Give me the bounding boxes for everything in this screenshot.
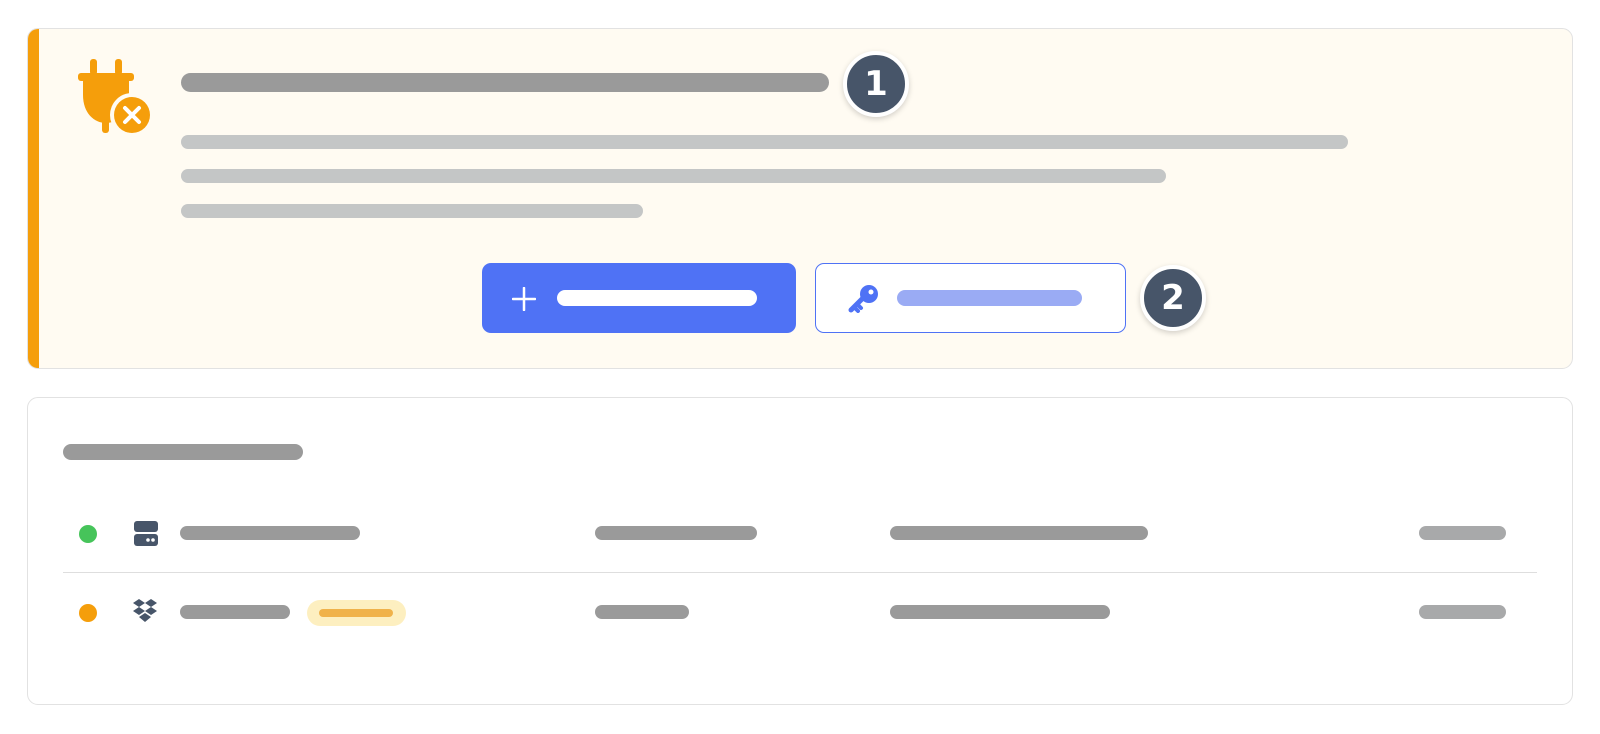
server-icon <box>134 521 158 546</box>
plug-disconnected-icon <box>78 59 154 137</box>
warning-tag-label <box>319 609 393 617</box>
add-connection-button[interactable] <box>482 263 796 333</box>
connection-detail <box>890 526 1148 540</box>
alert-description-line <box>181 204 643 218</box>
connections-list-card <box>27 397 1573 705</box>
row-divider <box>63 572 1537 573</box>
alert-accent-stripe <box>28 29 39 368</box>
warning-tag <box>307 600 406 626</box>
add-connection-button-label <box>557 290 757 306</box>
update-credentials-button-label <box>897 290 1082 306</box>
connection-meta <box>1419 605 1506 619</box>
connection-meta <box>1419 526 1506 540</box>
status-dot-connected <box>79 525 97 543</box>
callout-badge: 2 <box>1140 265 1206 331</box>
alert-description-line <box>181 135 1348 149</box>
update-credentials-button[interactable] <box>815 263 1126 333</box>
connection-type <box>595 605 689 619</box>
integration-alert-card <box>27 28 1573 369</box>
alert-description-line <box>181 169 1166 183</box>
plus-icon <box>512 287 536 311</box>
alert-title <box>181 73 829 92</box>
connection-name <box>180 605 290 619</box>
connection-detail <box>890 605 1110 619</box>
key-icon <box>848 285 878 313</box>
callout-badge: 1 <box>843 51 909 117</box>
dropbox-icon <box>133 599 157 622</box>
status-dot-warning <box>79 604 97 622</box>
connection-type <box>595 526 757 540</box>
list-title <box>63 444 303 460</box>
connection-name <box>180 526 360 540</box>
